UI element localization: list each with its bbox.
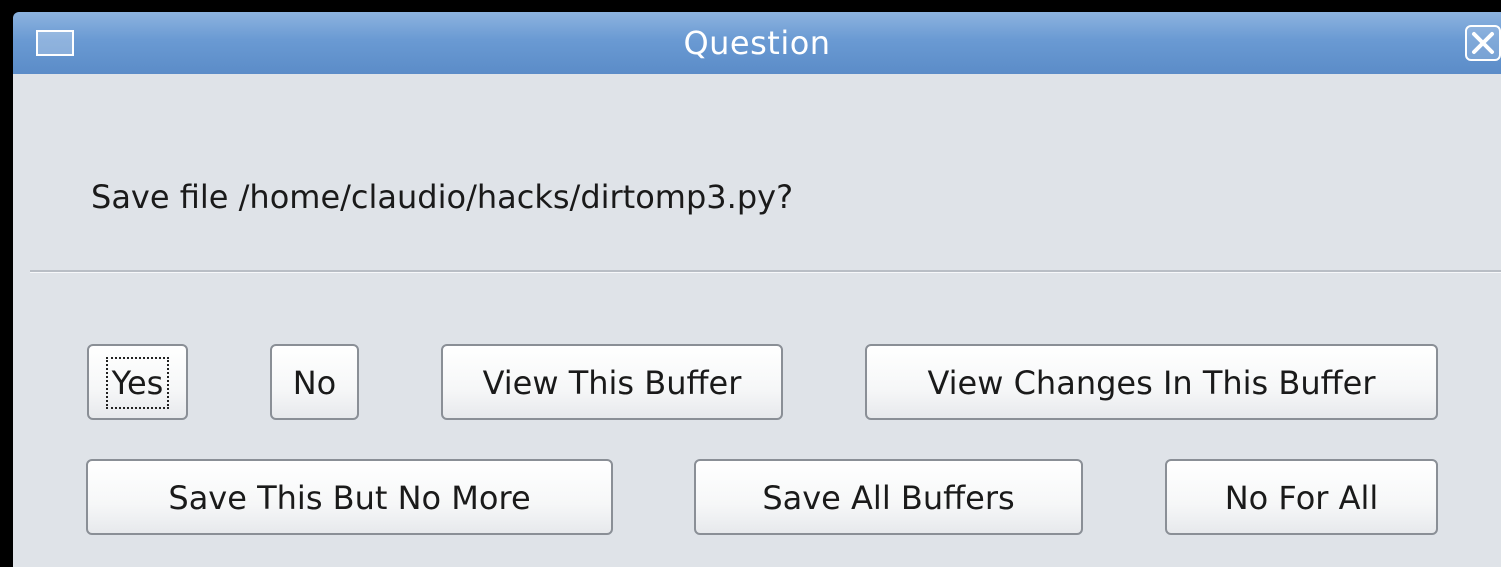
no-for-all-button[interactable]: No For All bbox=[1165, 459, 1438, 535]
save-all-buffers-button[interactable]: Save All Buffers bbox=[694, 459, 1083, 535]
yes-button-label: Yes bbox=[105, 357, 170, 409]
no-button-label: No bbox=[292, 364, 337, 402]
no-button[interactable]: No bbox=[270, 344, 359, 420]
view-this-buffer-button[interactable]: View This Buffer bbox=[441, 344, 783, 420]
view-this-buffer-label: View This Buffer bbox=[482, 364, 742, 402]
separator bbox=[30, 270, 1501, 273]
close-icon[interactable] bbox=[1465, 25, 1501, 61]
save-this-but-no-more-label: Save This But No More bbox=[168, 479, 531, 517]
save-this-but-no-more-button[interactable]: Save This But No More bbox=[86, 459, 613, 535]
view-changes-label: View Changes In This Buffer bbox=[927, 364, 1376, 402]
title-bar[interactable]: Question bbox=[13, 12, 1501, 74]
no-for-all-label: No For All bbox=[1224, 479, 1379, 517]
view-changes-button[interactable]: View Changes In This Buffer bbox=[865, 344, 1438, 420]
dialog-body: Save file /home/claudio/hacks/dirtomp3.p… bbox=[13, 74, 1501, 567]
dialog-message: Save file /home/claudio/hacks/dirtomp3.p… bbox=[91, 178, 794, 216]
yes-button[interactable]: Yes bbox=[87, 344, 188, 420]
question-dialog-window: Question Save file /home/claudio/hacks/d… bbox=[0, 0, 1501, 567]
save-all-buffers-label: Save All Buffers bbox=[762, 479, 1015, 517]
window-title: Question bbox=[683, 24, 831, 62]
